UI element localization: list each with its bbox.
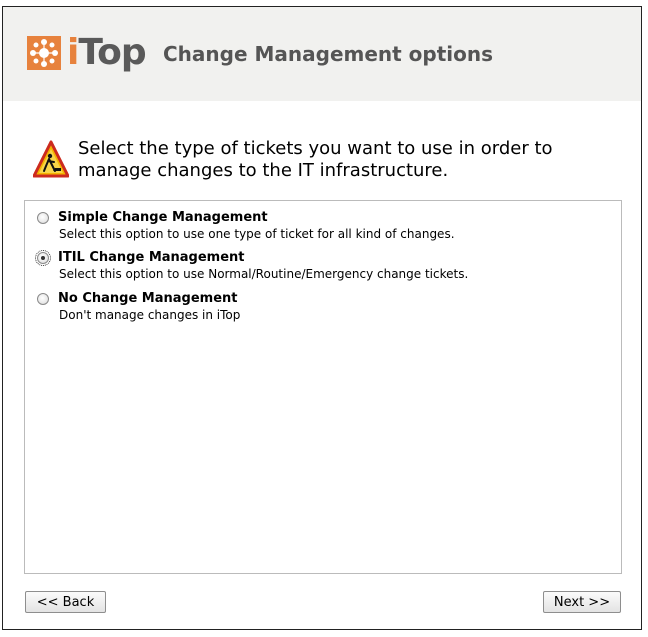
radio-itil-change-management[interactable] — [35, 250, 51, 266]
option-title[interactable]: No Change Management — [58, 291, 238, 306]
logo-text-i: i — [67, 32, 79, 73]
radio-no-change-management[interactable] — [37, 293, 49, 305]
option-description: Select this option to use one type of ti… — [59, 227, 455, 241]
option-title[interactable]: ITIL Change Management — [58, 250, 245, 265]
itop-logo-icon — [27, 36, 61, 70]
next-button[interactable]: Next >> — [543, 591, 621, 613]
roadwork-warning-icon — [33, 140, 69, 178]
intro-text: Select the type of tickets you want to u… — [78, 138, 553, 181]
setup-wizard-window: iTop Change Management options Select th… — [2, 6, 642, 630]
radio-simple-change-management[interactable] — [37, 212, 49, 224]
header-bar: iTop Change Management options — [3, 7, 641, 101]
itop-logo: iTop — [27, 32, 147, 76]
page-title: Change Management options — [163, 42, 494, 66]
logo-text-rest: Top — [78, 32, 146, 73]
options-panel: Simple Change Management Select this opt… — [24, 200, 622, 574]
option-description: Select this option to use Normal/Routine… — [59, 267, 469, 281]
back-button[interactable]: << Back — [25, 591, 106, 613]
option-title[interactable]: Simple Change Management — [58, 210, 268, 225]
option-description: Don't manage changes in iTop — [59, 308, 241, 322]
logo-text: iTop — [67, 32, 147, 73]
